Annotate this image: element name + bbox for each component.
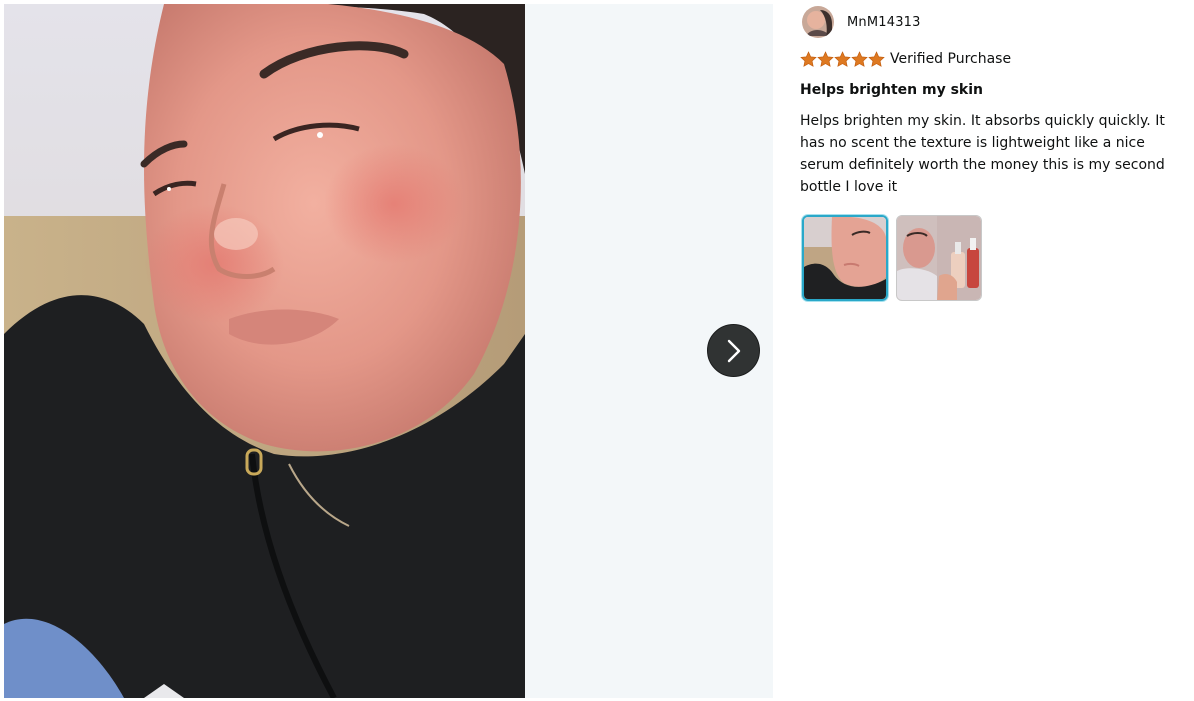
rating-row: Verified Purchase [800,50,1190,68]
star-icon [800,50,817,67]
review-title: Helps brighten my skin [800,82,983,98]
review-main-photo [4,4,525,698]
review-panel: MnM14313 Verified Purchase Helps brighte… [800,6,1190,301]
reviewer-profile[interactable]: MnM14313 [800,6,1190,38]
thumbnail-product[interactable] [896,215,982,301]
star-icon [834,50,851,67]
thumbnail-strip [800,215,1190,301]
verified-purchase-badge: Verified Purchase [890,51,1012,67]
review-body: Helps brighten my skin. It absorbs quick… [800,113,1165,195]
thumbnail-selfie[interactable] [802,215,888,301]
star-icon [817,50,834,67]
star-icon [868,50,885,67]
chevron-right-icon [727,339,740,362]
star-rating [800,50,885,68]
star-icon [851,50,868,67]
reviewer-name[interactable]: MnM14313 [847,15,921,30]
image-viewer [4,4,773,698]
next-image-button[interactable] [707,324,760,377]
avatar[interactable] [802,6,834,38]
